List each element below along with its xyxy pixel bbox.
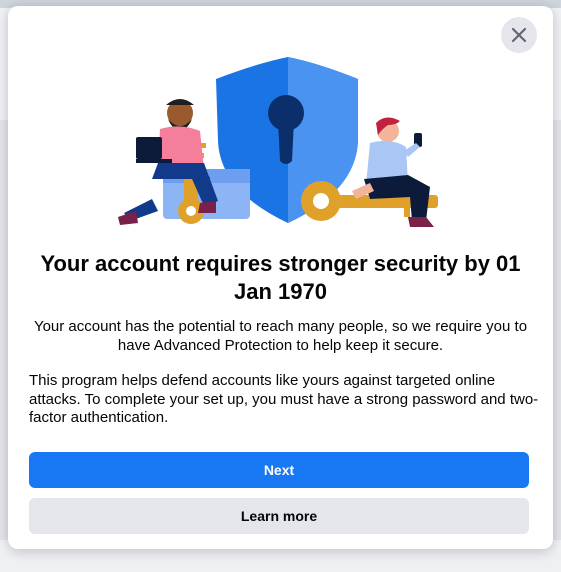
background-feed-left bbox=[0, 120, 8, 540]
close-button[interactable] bbox=[501, 17, 537, 53]
dialog-title: Your account requires stronger security … bbox=[40, 251, 521, 304]
person-with-phone bbox=[352, 117, 434, 227]
security-illustration bbox=[118, 57, 438, 227]
dialog-body: This program helps defend accounts like … bbox=[29, 372, 539, 426]
background-action-row bbox=[0, 552, 561, 572]
close-icon bbox=[511, 27, 527, 43]
next-button[interactable]: Next bbox=[29, 452, 529, 488]
learn-more-button[interactable]: Learn more bbox=[29, 498, 529, 534]
dialog-subtitle: Your account has the potential to reach … bbox=[33, 318, 528, 354]
advanced-protection-dialog: Your account requires stronger security … bbox=[8, 6, 553, 549]
background-feed-right bbox=[553, 120, 561, 540]
